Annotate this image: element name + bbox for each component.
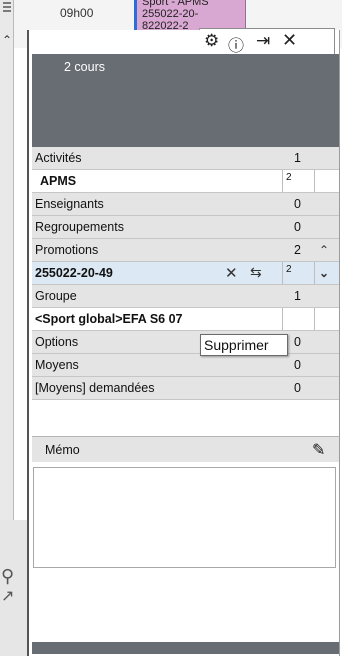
swap-icon[interactable]: ⇆ [250, 264, 262, 281]
section-label: [Moyens] demandées [35, 381, 155, 395]
section-count: 0 [294, 335, 301, 349]
detach-icon[interactable]: ⇥ [256, 31, 270, 51]
section-label: Regroupements [35, 220, 124, 234]
section-regroupements[interactable]: Regroupements 0 [32, 216, 339, 239]
section-count: 0 [294, 358, 301, 372]
memo-label: Mémo [45, 443, 80, 457]
event-line: 255022-20- [142, 8, 199, 20]
section-count: 0 [294, 197, 301, 211]
section-enseignants[interactable]: Enseignants 0 [32, 193, 339, 216]
gear-icon[interactable]: ⚙ [204, 31, 219, 51]
memo-header: Mémo ✎ [32, 436, 339, 462]
section-activites[interactable]: Activités 1 [32, 147, 339, 170]
menu-lines-icon[interactable] [3, 2, 11, 12]
panel-header: 2 cours [32, 54, 339, 147]
panel-footer [32, 642, 339, 654]
search-icon[interactable]: ⚲ [1, 566, 14, 587]
section-count: 1 [294, 151, 301, 165]
section-moyens-demandees[interactable]: [Moyens] demandées 0 [32, 377, 339, 400]
section-label: Options [35, 335, 79, 349]
list-item-promotion[interactable]: 255022-20-49 ✕ ⇆ 2 ⌄ [32, 262, 339, 285]
info-icon[interactable]: ⓘ [228, 32, 244, 56]
item-label: APMS [40, 174, 77, 188]
item-label: 255022-20-49 [35, 266, 113, 280]
popup-toolbar: ⚙ ⓘ ⇥ ✕ [186, 28, 335, 56]
memo-textarea[interactable] [33, 467, 336, 568]
section-count: 0 [294, 381, 301, 395]
section-count: 2 [294, 243, 301, 257]
section-moyens[interactable]: Moyens 0 [32, 354, 339, 377]
section-groupe[interactable]: Groupe 1 [32, 285, 339, 308]
section-label: Promotions [35, 243, 99, 257]
section-count: 0 [294, 220, 301, 234]
panel-title: 2 cours [64, 60, 105, 74]
item-value-cell[interactable]: 2 [282, 262, 315, 284]
edit-icon[interactable]: ✎ [312, 440, 325, 460]
close-icon[interactable]: ✕ [282, 30, 297, 51]
list-item-apms[interactable]: APMS 2 [32, 170, 339, 193]
section-count: 1 [294, 289, 301, 303]
section-label: Groupe [35, 289, 77, 303]
background-left-panel: ⚲ ↗ [0, 520, 27, 656]
section-options[interactable]: Options 0 [32, 331, 339, 354]
item-value-cell[interactable]: 2 [282, 170, 315, 192]
list-item-groupe[interactable]: <Sport global>EFA S6 07 [32, 308, 339, 331]
chevron-up-icon[interactable]: ⌃ [319, 243, 329, 257]
item-label: <Sport global>EFA S6 07 [35, 312, 183, 326]
course-details-popup: ⚙ ⓘ ⇥ ✕ 2 cours Activités 1 APMS 2 Ensei… [27, 28, 340, 656]
tool-icon[interactable]: ↗ [1, 586, 14, 606]
section-label: Activités [35, 151, 82, 165]
delete-tooltip: Supprimer [200, 334, 288, 356]
time-label: 09h00 [60, 6, 94, 20]
item-value-cell[interactable] [282, 308, 315, 330]
chevron-up-icon[interactable]: ⌃ [2, 33, 12, 47]
section-promotions[interactable]: Promotions 2 ⌃ [32, 239, 339, 262]
event-line: Sport - APMS [142, 0, 209, 8]
chevron-down-icon[interactable]: ⌄ [319, 266, 329, 280]
section-label: Moyens [35, 358, 79, 372]
delete-icon[interactable]: ✕ [225, 264, 238, 282]
section-label: Enseignants [35, 197, 104, 211]
